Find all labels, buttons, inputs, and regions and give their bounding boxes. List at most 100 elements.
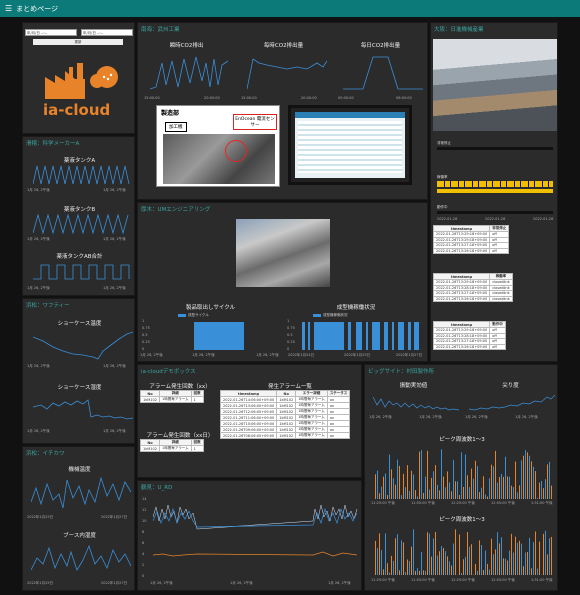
peak-bar xyxy=(511,485,512,499)
peak-bar xyxy=(459,534,460,575)
peak-bar xyxy=(521,543,522,575)
x-tick: 2022年1月25日 xyxy=(344,353,371,357)
panel-title: 厚木：UMエンジニアリング xyxy=(141,207,211,213)
end-date-input[interactable]: 年/月/日 --:-- xyxy=(81,29,133,36)
peak-bar xyxy=(485,494,486,499)
peak-bar xyxy=(529,537,530,575)
peak-bar xyxy=(387,495,388,499)
peak-bar xyxy=(437,484,438,499)
peak-bar xyxy=(521,460,522,499)
factory-cloud-logo-icon xyxy=(45,63,118,99)
peak-bar xyxy=(417,568,418,575)
cycle-chart xyxy=(194,322,244,350)
peak-bar xyxy=(551,485,552,499)
y-tick: 0.75 xyxy=(142,326,150,330)
peak-bar xyxy=(389,454,390,499)
peak-bar xyxy=(501,474,502,499)
demo-box-panel: ia-cloudデモボックス アラーム発生回数（xx） No 詳細 回数 1kM10… xyxy=(137,364,362,478)
panel-title: ビッグサイト：村田製作所 xyxy=(368,369,435,375)
panel-title: 浜松：イチカワ xyxy=(26,451,65,457)
vibration-rms-chart xyxy=(373,396,459,411)
y-tick: 0.25 xyxy=(287,340,295,344)
peak-bar xyxy=(435,465,436,499)
peak-bar xyxy=(379,533,380,575)
peak-bar xyxy=(509,550,510,575)
peak-bar xyxy=(535,471,536,499)
x-tick: 1月 26, 2午後 xyxy=(419,415,442,419)
peak-bar xyxy=(497,482,498,499)
photo-label: 製造部 xyxy=(161,110,180,117)
legend: 成型機稼働状況 xyxy=(313,313,348,318)
peak-bar xyxy=(431,556,432,575)
tank-b-chart xyxy=(33,213,129,235)
peak-bar xyxy=(465,556,466,575)
x-tick: 1月 26, 2午後 xyxy=(103,286,126,290)
peak-bar xyxy=(381,486,382,499)
y-tick: 12 xyxy=(142,508,147,512)
alarm-list-table[interactable]: timestamp No エラー詳細 ステータス 2022-01-26T14:06:00… xyxy=(219,390,351,439)
x-tick: 11:25:00 午後 xyxy=(371,578,395,582)
y-tick: 1 xyxy=(287,319,290,323)
chart-title: 瞬時CO2排出 xyxy=(169,43,204,49)
peak-bar xyxy=(511,533,512,575)
factory-photo: 製造部 加工機 EnOcean 電流センサー xyxy=(156,105,280,187)
peak-bar xyxy=(423,570,424,575)
peak-freq-chart xyxy=(375,449,552,499)
peak-bar xyxy=(517,542,518,575)
peak-bar xyxy=(445,487,446,499)
peak-bar xyxy=(433,471,434,499)
peak-bar xyxy=(515,536,516,575)
peak-bar xyxy=(403,473,404,499)
peak-bar xyxy=(543,533,544,575)
peak-bar xyxy=(515,461,516,499)
chart-title: 尖り度 xyxy=(502,383,519,389)
x-tick: 11:25:00 午後 xyxy=(371,501,395,505)
x-tick: 1月 26, 2午後 xyxy=(515,415,538,419)
chart-title: 薬液タンクAB合計 xyxy=(56,254,103,260)
x-tick: 2022年1月27日 xyxy=(396,353,423,357)
alarm-count-table: No 詳細 回数 1kM102 1時間毎アラーム 1 xyxy=(140,390,204,403)
peak-bar xyxy=(483,570,484,575)
chart-title: ショーケース湿度 xyxy=(57,385,102,391)
timeline-tick: 2022-01-26 xyxy=(437,217,458,221)
start-date-input[interactable]: 年/月/日 --:-- xyxy=(25,29,77,36)
peak-bar xyxy=(517,492,518,499)
peak-bar xyxy=(393,560,394,575)
x-tick: 1月 26, 2午後 xyxy=(192,353,215,357)
running-table[interactable]: timestamp 動作中 2022-01-26T13:29:18+09:00 off… xyxy=(432,321,506,350)
x-tick: 1月 26, 2午後 xyxy=(103,188,126,192)
peak-bar xyxy=(397,459,398,499)
peak-bar xyxy=(461,452,462,499)
chart-title: 成型機稼働状況 xyxy=(336,305,376,311)
table-row: 2022-01-26T08:06:00+09:00 1kM102 1時間毎アラーム o… xyxy=(219,432,351,439)
peak-bar xyxy=(501,537,502,575)
peak-bar xyxy=(415,570,416,575)
peak-bar xyxy=(459,494,460,499)
emergency-stop-table[interactable]: timestamp 非常停止 2022-01-26T13:29:18+09:00 of… xyxy=(432,225,510,254)
chart-title: 製品取出しサイクル xyxy=(185,305,236,311)
peak-bar xyxy=(475,460,476,499)
peak-bar xyxy=(411,470,412,499)
table-row: 1kM102 1時間毎アラーム 1 xyxy=(140,396,204,403)
peak-bar xyxy=(489,569,490,575)
peak-bar xyxy=(457,481,458,499)
peak-bar xyxy=(479,540,480,575)
logo-text: ia-cloud xyxy=(43,101,111,119)
peak-bar xyxy=(481,487,482,499)
utilization-table[interactable]: timestamp 稼働率 2022-01-26T13:29:18+09:00 clo… xyxy=(432,273,513,302)
x-tick: 1月 26, 2午後 xyxy=(465,415,488,419)
x-tick: 12:55:00 午後 xyxy=(491,578,515,582)
x-tick: 12:25:00 午後 xyxy=(451,501,475,505)
alarm-count-daily-table: No 詳細 回数 1kM102 1時間毎アラーム 1 xyxy=(140,439,204,452)
peak-bar xyxy=(539,541,540,575)
peak-bar xyxy=(495,450,496,499)
peak-bar xyxy=(471,468,472,499)
peak-bar xyxy=(447,556,448,575)
legend: 成型サイクル xyxy=(178,313,209,318)
hamburger-icon[interactable]: ☰ xyxy=(5,4,12,13)
peak-bar xyxy=(441,449,442,499)
update-button[interactable]: 更新 xyxy=(33,39,123,45)
peak-bar xyxy=(407,559,408,575)
filter-panel: 年/月/日 --:-- 年/月/日 --:-- 更新 ia-cloud xyxy=(22,22,135,134)
timeline-tick: 2022-01-26 xyxy=(485,217,506,221)
